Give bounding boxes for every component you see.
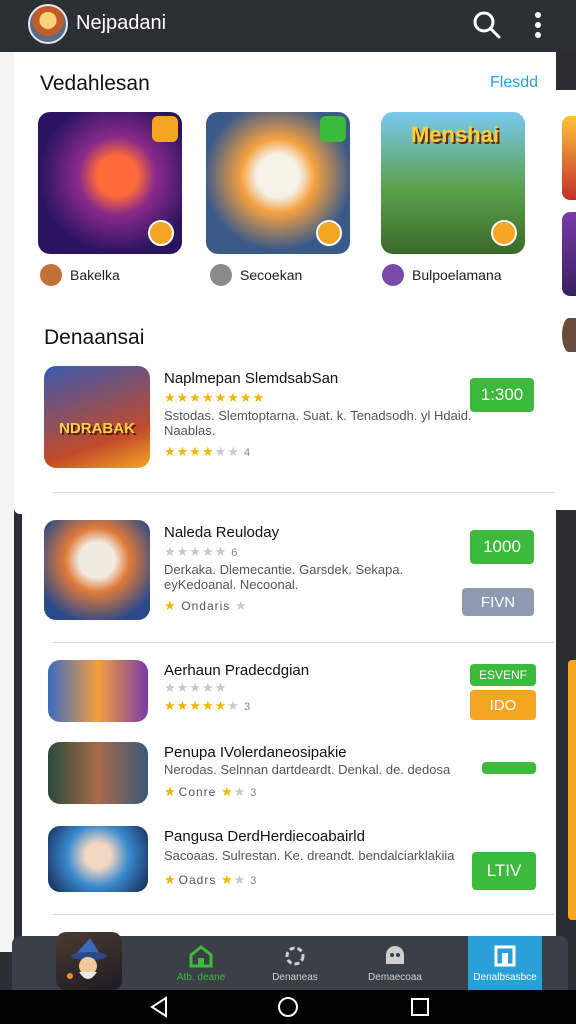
game-icon[interactable] (44, 520, 150, 620)
secondary-button[interactable]: FIVN (462, 588, 534, 616)
search-button[interactable] (470, 8, 504, 42)
search-icon (473, 11, 501, 39)
app-title: Nejpadani (76, 12, 167, 34)
featured-developer[interactable]: Bulpoelamana (382, 264, 502, 286)
system-navigation-bar (0, 990, 576, 1024)
play-badge-icon (491, 220, 517, 246)
left-background (0, 52, 14, 952)
rating-stars: ★★★★★ (164, 680, 228, 695)
game-description: Sacoaas. Sulrestan. Ke. dreandt. bendalc… (164, 848, 455, 863)
peek-tile[interactable] (562, 212, 576, 296)
featured-game-tile[interactable] (38, 112, 182, 254)
developer-name: Bulpoelamana (412, 267, 502, 283)
rating-stars: ★★★★★ 6 (164, 544, 239, 559)
featured-game-tile[interactable]: Menshai (381, 112, 525, 254)
controller-icon (285, 946, 305, 966)
featured-game-tile[interactable] (206, 112, 350, 254)
divider (52, 914, 554, 915)
app-logo (28, 4, 68, 44)
nav-item-library[interactable]: Denalbsasbce (468, 936, 542, 990)
featured-section-title: Vedahlesan (40, 72, 150, 95)
featured-banner-text: Menshai (410, 122, 500, 147)
game-title[interactable]: Penupa IVolerdaneosipakie (164, 744, 347, 761)
game-description: Derkaka. Dlemecantie. Garsdek. Sekapa. e… (164, 562, 404, 592)
game-title[interactable]: Naplmepan SlemdsabSan (164, 370, 338, 387)
nav-item-community[interactable]: Demaecoaa (352, 936, 438, 990)
rating-stars: ★★★★★★ 4 (164, 444, 252, 459)
game-icon[interactable] (48, 660, 148, 722)
game-description: Nerodas. Selnnan dartdeardt. Denkal. de.… (164, 762, 451, 777)
play-badge-icon (148, 220, 174, 246)
price-button[interactable]: 1000 (470, 530, 534, 564)
developer-avatar (40, 264, 62, 286)
price-button[interactable]: ESVENF (470, 664, 536, 686)
badge-icon (152, 116, 178, 142)
nav-item-home[interactable]: Atb. deane (158, 936, 244, 990)
divider (52, 492, 554, 493)
featured-developer[interactable]: Secoekan (210, 264, 302, 286)
price-button[interactable]: LTIV (472, 852, 536, 890)
game-description: Sstodas. Slemtoptarna. Suat. k. Tenadsod… (164, 408, 472, 438)
progress-button[interactable] (482, 762, 536, 774)
recents-icon[interactable] (411, 998, 429, 1016)
rating-stars: ★★★★★★ 3 (164, 698, 252, 713)
peek-avatar (562, 318, 576, 352)
library-icon (494, 945, 516, 967)
see-all-link[interactable]: Flesdd (490, 74, 538, 92)
list-section-title: Denaansai (44, 326, 145, 349)
rating-footer: ★ Conre ★★ 3 (164, 784, 258, 799)
rating-footer: ★ Ondaris ★ (164, 598, 248, 613)
developer-name: Bakelka (70, 267, 120, 283)
profile-avatar[interactable] (56, 932, 122, 990)
home-icon (189, 945, 213, 968)
top-app-bar: Nejpadani (0, 0, 576, 50)
developer-name: Secoekan (240, 267, 303, 283)
peek-banner (568, 660, 576, 920)
game-title[interactable]: Aerhaun Pradecdgian (164, 662, 309, 679)
more-options-button[interactable] (526, 8, 550, 42)
game-title[interactable]: Pangusa DerdHerdiecoabairld (164, 828, 365, 845)
divider (52, 642, 554, 643)
nav-item-games[interactable]: Denaneas (252, 936, 338, 990)
more-vertical-icon (535, 12, 541, 38)
back-icon[interactable] (150, 996, 167, 1018)
play-badge-icon (316, 220, 342, 246)
peek-tile[interactable] (562, 116, 576, 200)
game-title[interactable]: Naleda Reuloday (164, 524, 279, 541)
secondary-button[interactable]: IDO (470, 690, 536, 720)
developer-avatar (210, 264, 232, 286)
game-icon[interactable]: NDRABAK (44, 366, 150, 468)
home-circle-icon[interactable] (278, 997, 298, 1017)
developer-avatar (382, 264, 404, 286)
game-icon[interactable] (48, 742, 148, 804)
price-button[interactable]: 1:300 (470, 378, 534, 412)
rating-stars: ★★★★★★★★ (164, 390, 266, 405)
rating-footer: ★ Oadrs ★★ 3 (164, 872, 258, 887)
ghost-icon (386, 946, 404, 964)
game-icon[interactable] (48, 826, 148, 892)
wizard-avatar-icon (67, 938, 107, 979)
featured-developer[interactable]: Bakelka (40, 264, 120, 286)
badge-icon (320, 116, 346, 142)
game-icon-text: NDRABAK (59, 420, 135, 437)
